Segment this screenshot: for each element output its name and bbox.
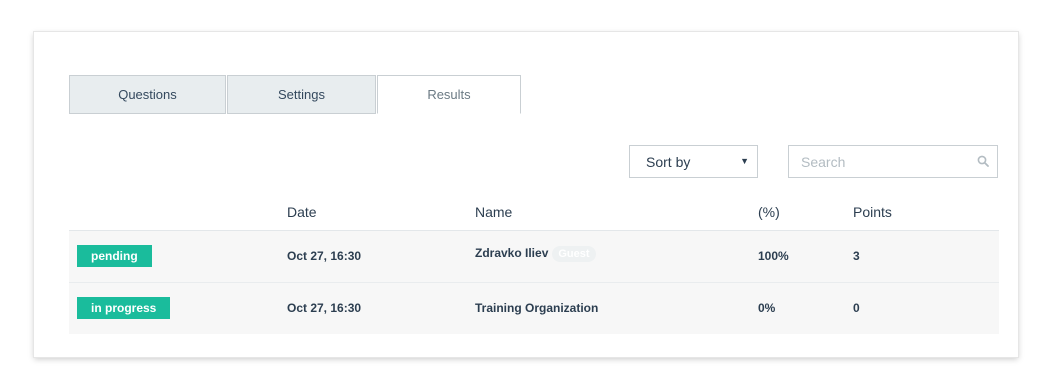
caret-down-icon: ▼ <box>740 156 749 166</box>
row-date: Oct 27, 16:30 <box>287 301 362 315</box>
tab-bar: Questions Settings Results <box>69 75 521 114</box>
results-panel: Questions Settings Results Sort by ▼ Dat… <box>34 32 1018 357</box>
tab-questions[interactable]: Questions <box>69 75 226 114</box>
column-header-percent: (%) <box>758 204 780 220</box>
status-badge: pending <box>77 245 152 267</box>
search-box <box>788 145 998 178</box>
sort-by-label: Sort by <box>646 153 691 170</box>
column-header-name: Name <box>475 204 513 220</box>
row-points: 3 <box>853 249 860 263</box>
tab-settings[interactable]: Settings <box>227 75 376 114</box>
table-header: Date Name (%) Points <box>69 194 999 231</box>
row-points: 0 <box>853 301 860 315</box>
row-name: Zdravko Iliev Guest <box>475 246 596 262</box>
status-badge: in progress <box>77 297 171 319</box>
row-percent: 0% <box>758 301 776 315</box>
row-name: Training Organization <box>475 301 599 315</box>
tab-results[interactable]: Results <box>377 75 521 114</box>
column-header-date: Date <box>287 204 317 220</box>
column-header-points: Points <box>853 204 892 220</box>
search-input[interactable] <box>789 146 971 177</box>
results-table: Date Name (%) Points pending Oct 27, 16:… <box>69 194 999 334</box>
table-row[interactable]: pending Oct 27, 16:30 Zdravko Iliev Guest… <box>69 231 999 282</box>
guest-tag: Guest <box>552 246 596 262</box>
row-name-text: Zdravko Iliev <box>475 246 549 260</box>
row-date: Oct 27, 16:30 <box>287 249 362 263</box>
row-percent: 100% <box>758 249 789 263</box>
table-row[interactable]: in progress Oct 27, 16:30 Training Organ… <box>69 282 999 334</box>
search-icon[interactable] <box>977 155 989 167</box>
sort-by-select[interactable]: Sort by ▼ <box>629 145 758 178</box>
